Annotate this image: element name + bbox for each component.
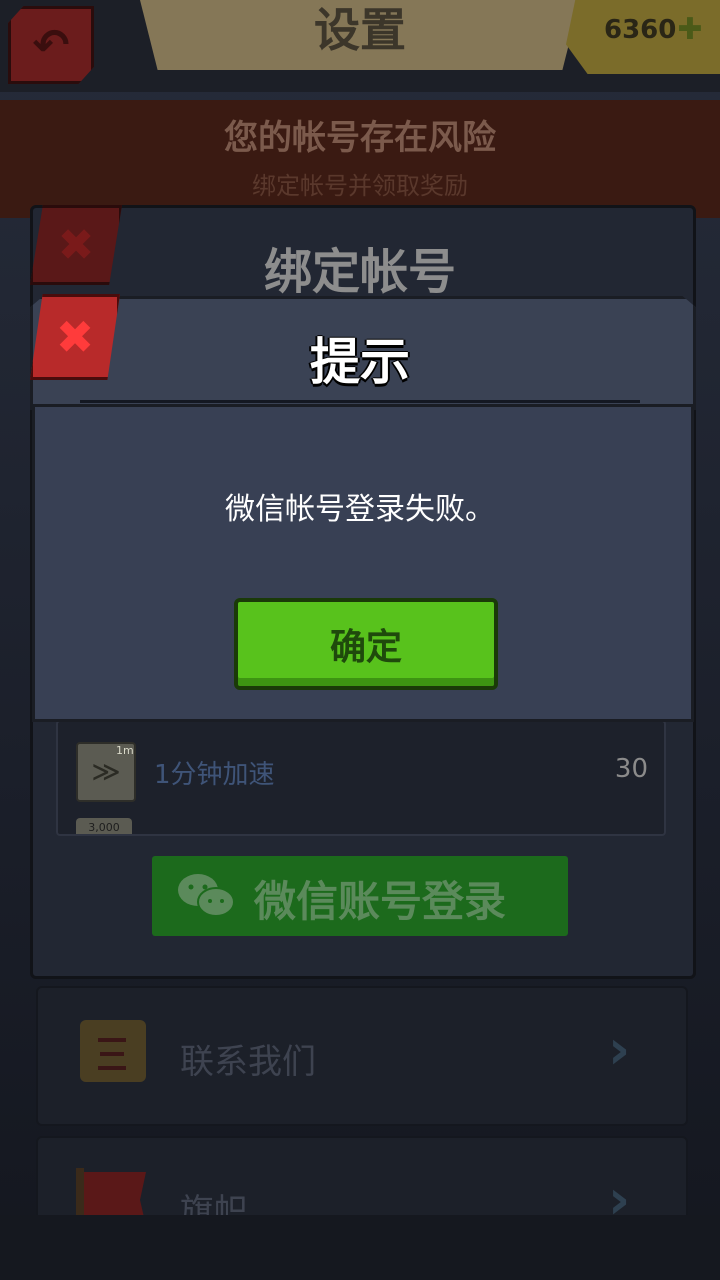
reward-row: ≫ 1m 1分钟加速 30 (58, 722, 664, 818)
dialog-message: 微信帐号登录失败。 (225, 492, 495, 527)
gem-plus-icon[interactable]: ✚ (672, 12, 708, 48)
risk-title: 您的帐号存在风险 (224, 118, 496, 158)
wechat-login-label: 微信账号登录 (254, 877, 507, 926)
reward-name: 1分钟加速 (154, 760, 275, 790)
back-arrow-icon: ↶ (32, 19, 70, 71)
gold-icon: 3,000 (76, 818, 132, 834)
back-button[interactable]: ↶ (8, 6, 94, 84)
risk-subtitle: 绑定帐号并领取奖励 (252, 172, 468, 200)
footer-bar (0, 1215, 720, 1280)
reward-value: 30 (614, 754, 648, 784)
chevron-right-icon: › (608, 1018, 631, 1081)
reward-badge: 1m (116, 744, 134, 757)
wechat-icon (178, 874, 235, 917)
dialog-divider (80, 400, 640, 403)
scroll-icon (80, 1020, 146, 1082)
ok-button-label: 确定 (329, 627, 402, 668)
bind-panel-title: 绑定帐号 (263, 244, 456, 300)
gem-count: 6360 (604, 15, 677, 45)
menu-item-label: 联系我们 (180, 1042, 316, 1082)
dialog-title: 提示 (310, 333, 410, 391)
reward-list[interactable]: ≫ 1m 1分钟加速 30 3,000 (56, 720, 666, 836)
page-title: 设置 (314, 3, 406, 57)
